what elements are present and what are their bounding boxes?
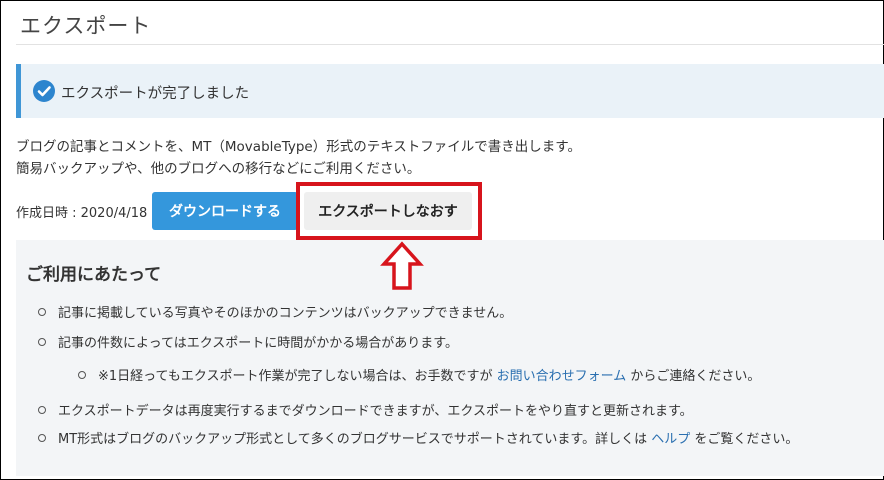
bullet-icon <box>78 370 86 379</box>
note-text: MT形式はブログのバックアップ形式として多くのブログサービスでサポートされていま… <box>58 432 652 447</box>
description-line-1: ブログの記事とコメントを、MT（MovableType）形式のテキストファイルで… <box>16 139 581 155</box>
alert-message: エクスポートが完了しました <box>61 86 250 102</box>
success-alert: エクスポートが完了しました <box>16 64 884 118</box>
up-arrow-icon <box>380 241 424 290</box>
note-text: 記事に掲載している写真やそのほかのコンテンツはバックアップできません。 <box>58 306 513 321</box>
note-item: エクスポートデータは再度実行するまでダウンロードできますが、エクスポートをやり直… <box>38 400 693 419</box>
note-item: MT形式はブログのバックアップ形式として多くのブログサービスでサポートされていま… <box>38 428 798 447</box>
note-text: をご覧ください。 <box>690 432 799 447</box>
note-item: 記事に掲載している写真やそのほかのコンテンツはバックアップできません。 <box>38 302 512 321</box>
note-sub-item: ※1日経ってもエクスポート作業が完了しない場合は、お手数ですが お問い合わせフォ… <box>78 365 760 384</box>
bullet-icon <box>38 337 46 346</box>
usage-notes: ご利用にあたって 記事に掲載している写真やそのほかのコンテンツはバックアップでき… <box>16 240 884 476</box>
note-item: 記事の件数によってはエクスポートに時間がかかる場合があります。 <box>38 332 458 351</box>
bullet-icon <box>38 307 46 316</box>
title-divider <box>16 44 884 45</box>
created-date: 作成日時 : 2020/4/18 <box>16 206 148 221</box>
check-circle-icon <box>33 80 55 102</box>
help-link[interactable]: ヘルプ <box>651 432 690 447</box>
note-text: からご連絡ください。 <box>626 369 761 384</box>
description: ブログの記事とコメントを、MT（MovableType）形式のテキストファイルで… <box>16 136 581 180</box>
bullet-icon <box>38 433 46 442</box>
description-line-2: 簡易バックアップや、他のブログへの移行などにご利用ください。 <box>16 161 421 177</box>
note-text: ※1日経ってもエクスポート作業が完了しない場合は、お手数ですが <box>98 369 497 384</box>
notes-title: ご利用にあたって <box>26 265 162 285</box>
note-text: エクスポートデータは再度実行するまでダウンロードできますが、エクスポートをやり直… <box>58 404 693 419</box>
highlight-box <box>296 182 482 240</box>
contact-form-link[interactable]: お問い合わせフォーム <box>497 369 627 384</box>
page-title: エクスポート <box>20 14 152 38</box>
bullet-icon <box>38 405 46 414</box>
note-text: 記事の件数によってはエクスポートに時間がかかる場合があります。 <box>58 336 459 351</box>
download-button[interactable]: ダウンロードする <box>152 192 298 230</box>
